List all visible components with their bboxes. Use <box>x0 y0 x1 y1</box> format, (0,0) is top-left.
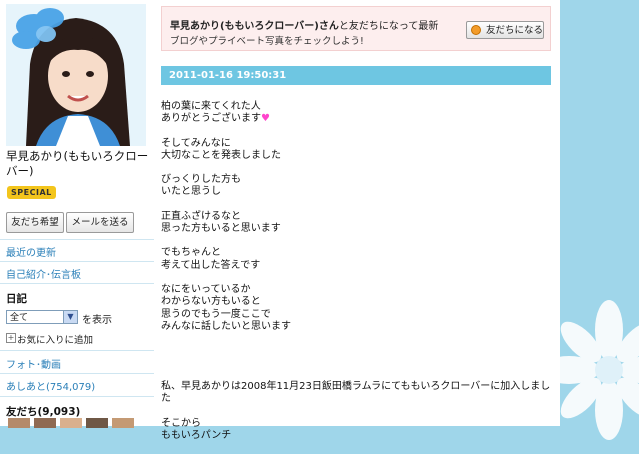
self-intro-link[interactable]: 自己紹介･伝言板 <box>6 266 81 281</box>
post-paragraph: そしてみんなに 大切なことを発表しました <box>161 137 281 161</box>
special-badge: SPECIAL <box>7 186 56 199</box>
divider <box>0 283 154 284</box>
post-paragraph: びっくりした方も いたと思うし <box>161 174 241 198</box>
friend-request-button[interactable]: 友だち希望 <box>6 212 64 233</box>
footprints-link[interactable]: あしあと(754,079) <box>6 378 95 393</box>
divider <box>0 350 154 351</box>
post-paragraph: 正直ふざけるなと 思った方もいると思います <box>161 210 281 235</box>
send-mail-button[interactable]: メールを送る <box>66 212 134 233</box>
recent-updates-link[interactable]: 最近の更新 <box>6 244 56 259</box>
friend-thumbnail[interactable] <box>34 418 56 428</box>
flower-decoration-icon <box>549 300 639 440</box>
diary-filter-select[interactable]: 全て ▼ <box>6 310 78 324</box>
post-paragraph: 私、早見あかりは2008年11月23日飯田橋ラムラにてももいろクローバーに加入し… <box>161 381 551 405</box>
friend-thumbnail[interactable] <box>60 418 82 428</box>
friends-title: 友だち(9,093) <box>6 406 81 418</box>
divider <box>0 396 154 397</box>
become-friend-button[interactable]: 友だちになる <box>466 21 544 39</box>
post-paragraph: そこから ももいろパンチ <box>161 417 232 442</box>
post-line: 柏の葉に来てくれた人 <box>161 101 261 112</box>
notice-profile-name[interactable]: 早見あかり(ももいろクローバー)さん <box>170 21 339 32</box>
show-label: を表示 <box>82 315 112 326</box>
notice-line1-text: と友だちになって最新 <box>338 21 439 32</box>
post-line: ありがとうございます <box>161 113 261 125</box>
diary-filter-value: 全て <box>10 313 29 323</box>
profile-name: 早見あかり(ももいろクローバー) <box>6 149 149 178</box>
post-paragraph: なにをいっているか わからない方もいると 思うのでもう一度ここで みんなに話した… <box>161 283 291 332</box>
notice-line1: 早見あかり(ももいろクローバー)さんと友だちになって最新 <box>170 17 438 32</box>
blog-post-body: 柏の葉に来てくれた人 ありがとうございます♥ そしてみんなに 大切なことを発表しま… <box>161 101 551 454</box>
divider <box>0 373 154 374</box>
photo-video-link[interactable]: フォト･動画 <box>6 356 61 371</box>
heart-icon: ♥ <box>261 113 270 125</box>
friend-thumbnail[interactable] <box>8 418 30 428</box>
friend-thumbnail[interactable] <box>86 418 108 428</box>
profile-sidebar: 早見あかり(ももいろクローバー) SPECIAL 友だち希望 メールを送る 最近… <box>0 0 154 428</box>
friend-thumbnail[interactable] <box>112 418 134 428</box>
profile-photo[interactable] <box>6 4 146 146</box>
divider <box>0 239 154 240</box>
post-date-bar: 2011-01-16 19:50:31 <box>161 66 551 85</box>
divider <box>0 261 154 262</box>
add-favorite-link[interactable]: お気に入りに追加 <box>17 332 93 346</box>
friend-icon <box>471 25 481 35</box>
profile-photo-illustration <box>6 4 146 146</box>
become-friend-label: 友だちになる <box>486 25 544 36</box>
chevron-down-icon[interactable]: ▼ <box>63 311 77 323</box>
plus-icon[interactable]: + <box>6 333 16 343</box>
post-paragraph: でもちゃんと 考えて出した答えです <box>161 247 261 271</box>
post-paragraph: 柏の葉に来てくれた人 ありがとうございます♥ <box>161 101 551 126</box>
diary-title: 日記 <box>6 293 27 305</box>
notice-line2: ブログやプライベート写真をチェックしよう! <box>170 36 364 47</box>
friend-notice-box: 早見あかり(ももいろクローバー)さんと友だちになって最新 ブログやプライベート写… <box>161 6 551 51</box>
